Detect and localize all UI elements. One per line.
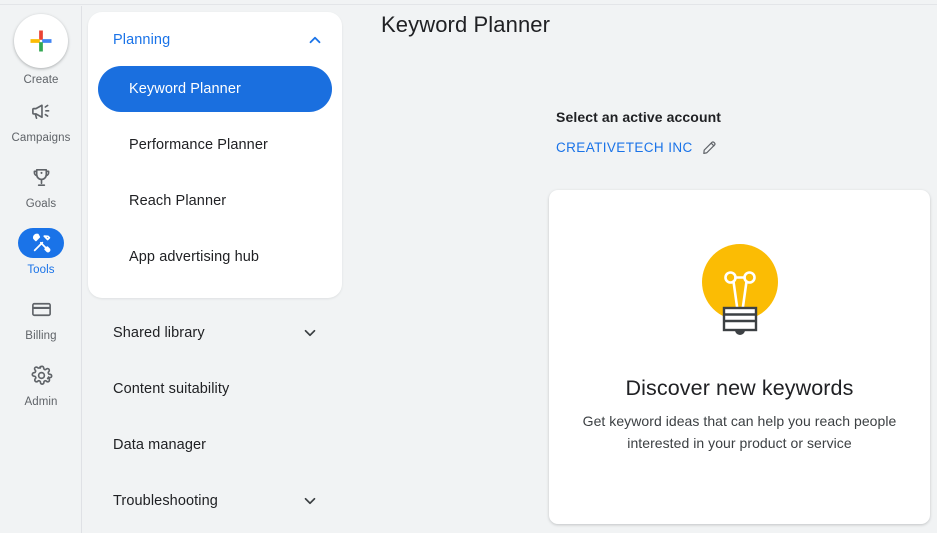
chevron-down-icon[interactable] — [301, 492, 319, 510]
account-value-row: CREATIVETECH INC — [556, 138, 936, 156]
gear-icon — [31, 365, 52, 385]
rail-item-create[interactable]: Create — [0, 12, 82, 96]
account-selector: Select an active account CREATIVETECH IN… — [556, 109, 936, 156]
nav-row-label: Data manager — [113, 437, 207, 453]
left-nav-rail: Create Campaigns Goals Tools Billing Adm… — [0, 6, 82, 533]
nav-row-label: Troubleshooting — [113, 493, 218, 509]
trophy-icon — [33, 168, 49, 186]
rail-item-label: Admin — [24, 396, 58, 408]
rail-item-tools[interactable]: Tools — [0, 228, 82, 294]
account-selector-label: Select an active account — [556, 109, 722, 125]
nav-item-performance-planner[interactable]: Performance Planner — [98, 122, 332, 168]
rail-item-label: Tools — [27, 264, 55, 276]
page-title: Keyword Planner — [381, 12, 551, 37]
nav-item-reach-planner[interactable]: Reach Planner — [98, 178, 332, 224]
nav-row-shared-library[interactable]: Shared library — [83, 310, 357, 356]
edit-account-button[interactable] — [701, 138, 719, 156]
rail-item-label: Goals — [25, 198, 57, 210]
megaphone-icon — [31, 103, 49, 119]
main-content: Keyword Planner Select an active account… — [357, 6, 937, 533]
nav-item-app-advertising-hub[interactable]: App advertising hub — [98, 234, 332, 280]
rail-item-campaigns[interactable]: Campaigns — [0, 96, 82, 162]
rail-icon-wrap-active — [18, 228, 64, 258]
card-subtitle: Get keyword ideas that can help you reac… — [582, 413, 897, 451]
rail-item-billing[interactable]: Billing — [0, 294, 82, 360]
rail-icon-wrap — [18, 360, 64, 390]
nav-section-planning[interactable]: Planning — [88, 18, 342, 62]
nav-item-keyword-planner[interactable]: Keyword Planner — [98, 66, 332, 112]
discover-keywords-card[interactable]: Discover new keywords Get keyword ideas … — [549, 190, 930, 524]
tools-icon — [32, 233, 50, 252]
lightbulb-illustration — [697, 242, 783, 346]
rail-icon-wrap — [18, 294, 64, 324]
rail-item-label: Create — [23, 74, 59, 86]
google-plus-icon — [30, 30, 52, 52]
rail-item-label: Campaigns — [11, 132, 71, 144]
card-heading: Discover new keywords — [625, 376, 854, 400]
rail-item-label: Billing — [25, 330, 57, 342]
planning-section-card: Planning Keyword Planner Performance Pla… — [88, 12, 342, 298]
nav-section-label: Planning — [113, 32, 171, 48]
top-bar — [0, 0, 937, 5]
create-button-circle[interactable] — [14, 14, 68, 68]
pencil-icon — [703, 140, 716, 154]
nav-row-label: Shared library — [113, 325, 205, 341]
nav-row-troubleshooting[interactable]: Troubleshooting — [83, 478, 357, 524]
chevron-up-icon[interactable] — [306, 31, 324, 49]
tools-nav-panel: Planning Keyword Planner Performance Pla… — [83, 6, 357, 533]
lightbulb-icon — [701, 244, 778, 335]
credit-card-icon — [31, 302, 51, 316]
rail-icon-wrap — [18, 162, 64, 192]
nav-row-content-suitability[interactable]: Content suitability — [83, 366, 357, 412]
keyword-planner-screen: Create Campaigns Goals Tools Billing Adm… — [0, 0, 937, 533]
nav-row-label: Content suitability — [113, 381, 230, 397]
rail-item-goals[interactable]: Goals — [0, 162, 82, 228]
active-account-link[interactable]: CREATIVETECH INC — [556, 140, 693, 155]
chevron-down-icon[interactable] — [301, 324, 319, 342]
rail-item-admin[interactable]: Admin — [0, 360, 82, 426]
nav-row-data-manager[interactable]: Data manager — [83, 422, 357, 468]
rail-icon-wrap — [18, 96, 64, 126]
